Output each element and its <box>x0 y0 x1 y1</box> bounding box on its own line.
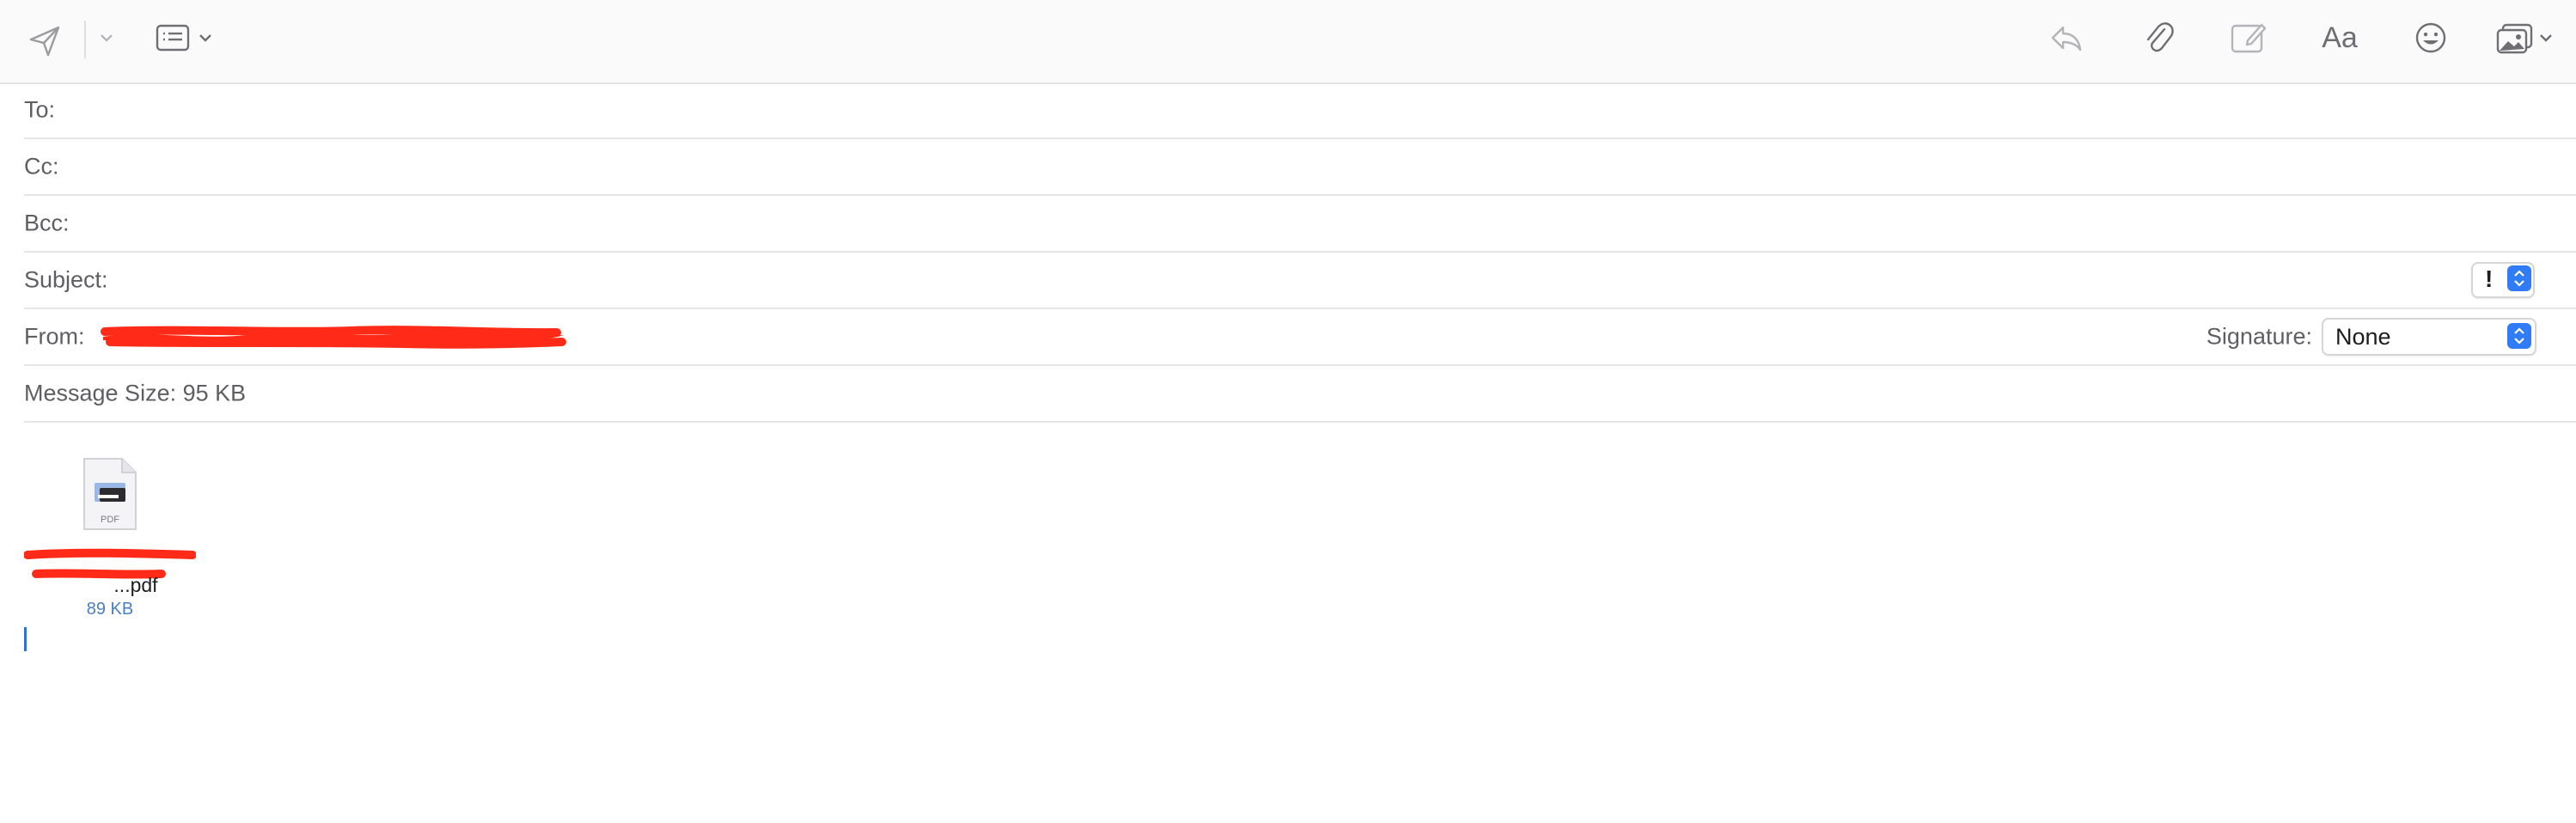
photo-icon <box>2496 23 2533 54</box>
markup-icon <box>2231 23 2267 53</box>
popup-stepper-icon <box>2507 265 2531 291</box>
to-row: To: <box>24 82 2576 139</box>
bcc-field[interactable] <box>76 205 2485 241</box>
bcc-label: Bcc: <box>24 210 70 236</box>
chevron-down-icon <box>101 34 113 42</box>
paper-plane-icon <box>29 26 60 57</box>
priority-symbol: ! <box>2485 265 2494 292</box>
send-options-button[interactable] <box>96 27 117 48</box>
signature-label: Signature: <box>2206 323 2312 350</box>
message-size-row: Message Size: 95 KB <box>24 366 2576 423</box>
bcc-row: Bcc: <box>24 196 2576 253</box>
subject-label: Subject: <box>24 266 108 293</box>
text-cursor[interactable] <box>24 627 27 651</box>
emoji-button[interactable] <box>2409 17 2452 58</box>
attachment-size: 89 KB <box>86 600 134 619</box>
pdf-file-icon: PDF <box>83 458 137 530</box>
subject-field[interactable] <box>113 262 2437 298</box>
cc-label: Cc: <box>24 153 59 180</box>
from-row: From: Signature: None <box>24 309 2576 366</box>
markup-button[interactable] <box>2227 17 2270 58</box>
header-fields-button[interactable] <box>151 19 217 57</box>
reply-button[interactable] <box>2045 17 2088 58</box>
attachment[interactable]: PDF ...pdf 89 KB <box>24 457 196 625</box>
paperclip-icon <box>2146 22 2174 52</box>
chevron-down-icon <box>2540 34 2552 42</box>
attachment-name-line2: ...pdf <box>113 574 158 596</box>
format-button[interactable]: Aa <box>2315 19 2365 57</box>
signature-value: None <box>2335 324 2391 350</box>
redaction-scribble <box>101 326 566 349</box>
message-size: Message Size: 95 KB <box>24 380 247 406</box>
from-account-popup[interactable] <box>93 318 574 356</box>
to-field[interactable] <box>67 92 2476 128</box>
compose-window: Aa To: Cc: Bcc: Subject: ! From: Signatu… <box>0 0 2576 823</box>
attachment-name-line1 <box>24 546 196 572</box>
reply-arrow-icon <box>2051 26 2082 52</box>
attach-button[interactable] <box>2138 17 2179 58</box>
popup-stepper-icon <box>2507 323 2531 349</box>
photo-browser-button[interactable] <box>2492 17 2557 58</box>
from-label: From: <box>24 323 85 350</box>
to-label: To: <box>24 96 56 123</box>
attachment-name: ...pdf <box>24 546 196 598</box>
signature-select[interactable]: None <box>2322 318 2536 356</box>
chevron-down-icon <box>199 34 211 42</box>
subject-row: Subject: ! <box>24 253 2576 309</box>
list-icon <box>156 24 190 52</box>
smiley-icon <box>2415 22 2446 53</box>
toolbar-separator <box>84 21 86 58</box>
send-button[interactable] <box>26 22 64 60</box>
toolbar: Aa <box>0 0 2576 84</box>
priority-popup[interactable]: ! <box>2471 262 2535 298</box>
pdf-icon-caption: PDF <box>101 515 119 525</box>
cc-row: Cc: <box>24 139 2576 196</box>
cc-field[interactable] <box>67 149 2476 185</box>
